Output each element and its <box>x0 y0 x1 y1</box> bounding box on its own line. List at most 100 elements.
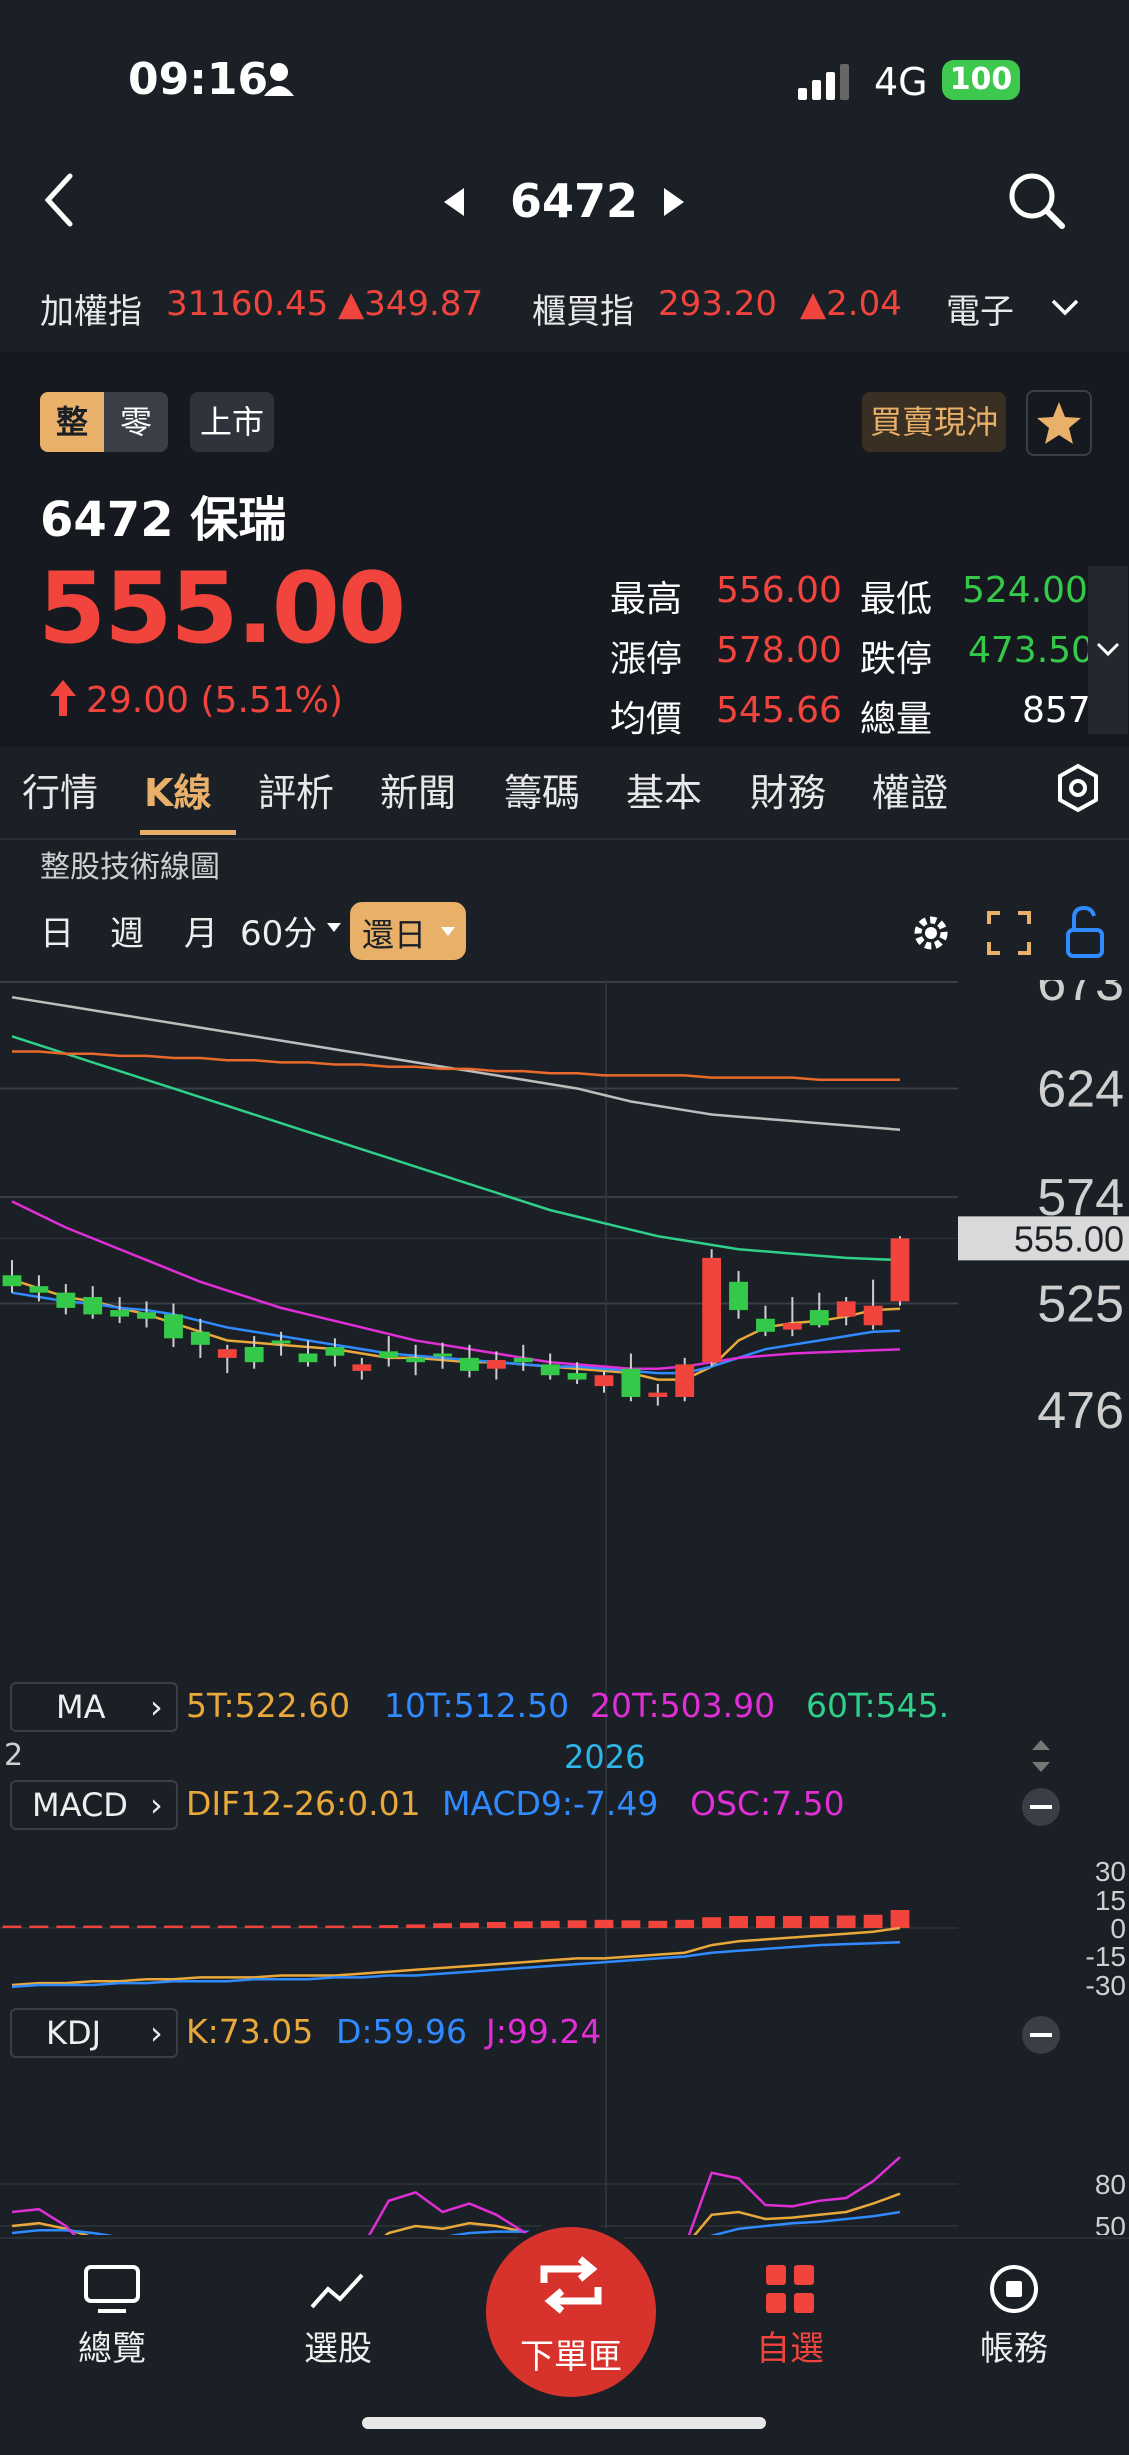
macd-bar <box>702 1917 722 1928</box>
daytrade-badge[interactable]: 買賣現沖 <box>862 392 1006 452</box>
macd-bar <box>29 1925 49 1928</box>
candles <box>2 1236 910 1406</box>
macd-bar <box>433 1923 452 1928</box>
battery-level: 100 <box>942 60 1020 100</box>
macd-bar <box>863 1914 883 1928</box>
high-label: 最高 <box>610 579 683 620</box>
expand-stats-button[interactable] <box>1088 566 1128 734</box>
kdj-label: KDJ <box>46 2014 102 2052</box>
price-tick-label: 673 <box>1037 980 1124 1012</box>
ma-line-long1 <box>11 995 901 1131</box>
candle-body <box>729 1281 748 1311</box>
tab-fundamental[interactable]: 基本 <box>626 762 702 817</box>
prev-symbol-icon[interactable] <box>440 186 468 218</box>
ma-selector[interactable]: MA › <box>10 1682 178 1732</box>
macd-bar <box>83 1925 103 1928</box>
price-tick-label: 624 <box>1037 1060 1124 1118</box>
candle-body <box>244 1346 264 1363</box>
nav-overview[interactable]: 總覽 <box>42 2263 182 2370</box>
kdj-k-value: K:73.05 <box>186 2012 314 2051</box>
period-week[interactable]: 週 <box>110 906 144 955</box>
tab-analysis[interactable]: 評析 <box>258 762 334 817</box>
macd-bar <box>756 1916 775 1928</box>
high-value: 556.00 <box>716 570 842 611</box>
remove-indicator-icon[interactable] <box>1020 1786 1062 1828</box>
caret-down-icon[interactable] <box>326 922 342 934</box>
bottom-nav: 總覽 選股 下單匣 自選 帳務 <box>0 2221 1129 2455</box>
nav-watchlist[interactable]: 自選 <box>720 2263 860 2370</box>
candle-body <box>756 1318 775 1332</box>
candle-body <box>460 1357 479 1371</box>
unlock-icon[interactable] <box>1058 904 1110 960</box>
nav-account-label: 帳務 <box>980 2329 1048 2369</box>
macd-bar <box>460 1922 479 1928</box>
low-value: 524.00 <box>962 570 1088 611</box>
grid-icon <box>766 2265 814 2313</box>
tab-quote[interactable]: 行情 <box>22 762 98 817</box>
macd-bar <box>406 1924 426 1928</box>
candle-body <box>567 1373 587 1380</box>
tab-bar: 行情 K線 評析 新聞 籌碼 基本 財務 權證 <box>0 748 1129 840</box>
remove-indicator-icon[interactable] <box>1020 2014 1062 2056</box>
otc-label: 櫃買指 <box>532 292 634 332</box>
candle-body <box>29 1286 49 1293</box>
candle-body <box>675 1364 695 1397</box>
kdj-selector[interactable]: KDJ › <box>10 2008 178 2058</box>
sector-label[interactable]: 電子 <box>946 284 1014 333</box>
chevron-down-icon[interactable] <box>1050 298 1080 318</box>
candle-body <box>110 1310 130 1317</box>
tab-chips[interactable]: 籌碼 <box>504 762 580 817</box>
tab-warrant[interactable]: 權證 <box>872 762 948 817</box>
macd-bar <box>352 1925 372 1928</box>
limit-up-value: 578.00 <box>716 630 842 671</box>
period-month[interactable]: 月 <box>184 906 218 955</box>
nav-account[interactable]: 帳務 <box>944 2263 1084 2370</box>
restore-adjust-button[interactable]: 還日 <box>350 902 466 960</box>
search-icon[interactable] <box>1006 170 1068 232</box>
period-day[interactable]: 日 <box>40 906 74 955</box>
tag-whole-lot[interactable]: 整 <box>40 392 104 452</box>
candle-body <box>352 1364 372 1371</box>
tab-news[interactable]: 新聞 <box>380 762 456 817</box>
tag-odd-lot[interactable]: 零 <box>104 392 168 452</box>
resize-handle-icon[interactable] <box>1028 1738 1054 1774</box>
candle-body <box>137 1312 156 1319</box>
candle-body <box>513 1357 533 1363</box>
candle-body <box>379 1351 399 1358</box>
macd-bar <box>567 1920 587 1928</box>
avg-value: 545.66 <box>716 690 842 731</box>
low-label: 最低 <box>860 579 933 620</box>
macd-tick-label: -30 <box>1086 1970 1126 2001</box>
macd-selector[interactable]: MACD › <box>10 1780 178 1830</box>
next-symbol-icon[interactable] <box>660 186 688 218</box>
period-60min[interactable]: 60分 <box>240 906 317 955</box>
tab-financial[interactable]: 財務 <box>750 762 826 817</box>
macd-bar <box>271 1925 291 1928</box>
candle-body <box>325 1346 345 1356</box>
volume-value: 857 <box>1022 690 1091 731</box>
back-icon[interactable] <box>40 172 80 228</box>
ma10-value: 10T:512.50 <box>384 1686 570 1725</box>
taiex-change: ▲349.87 <box>338 284 484 324</box>
macd-bar <box>164 1925 183 1928</box>
tab-kline[interactable]: K線 <box>144 762 211 817</box>
fullscreen-icon[interactable] <box>986 910 1032 956</box>
macd-bar <box>809 1916 829 1928</box>
chevron-right-icon: › <box>150 1688 163 1726</box>
gear-icon[interactable] <box>908 910 954 956</box>
status-bar: 09:16 4G 100 <box>0 0 1129 150</box>
last-price-tag: 555.00 <box>1014 1218 1124 1259</box>
chart-section-title: 整股技術線圖 <box>40 850 220 885</box>
settings-hex-icon[interactable] <box>1054 762 1102 814</box>
otc-change: ▲2.04 <box>800 284 902 324</box>
macd-bar <box>513 1921 533 1928</box>
nav-overview-label: 總覽 <box>78 2329 146 2369</box>
macd-tick-label: 15 <box>1095 1885 1126 1916</box>
favorite-button[interactable] <box>1026 390 1092 456</box>
macd-dif-value: DIF12-26:0.01 <box>186 1784 421 1823</box>
candle-body <box>217 1349 237 1358</box>
nav-order-box[interactable]: 下單匣 <box>480 2221 662 2403</box>
ma20-value: 20T:503.90 <box>590 1686 776 1725</box>
macd-bar <box>298 1925 318 1928</box>
nav-screener[interactable]: 選股 <box>268 2263 408 2370</box>
